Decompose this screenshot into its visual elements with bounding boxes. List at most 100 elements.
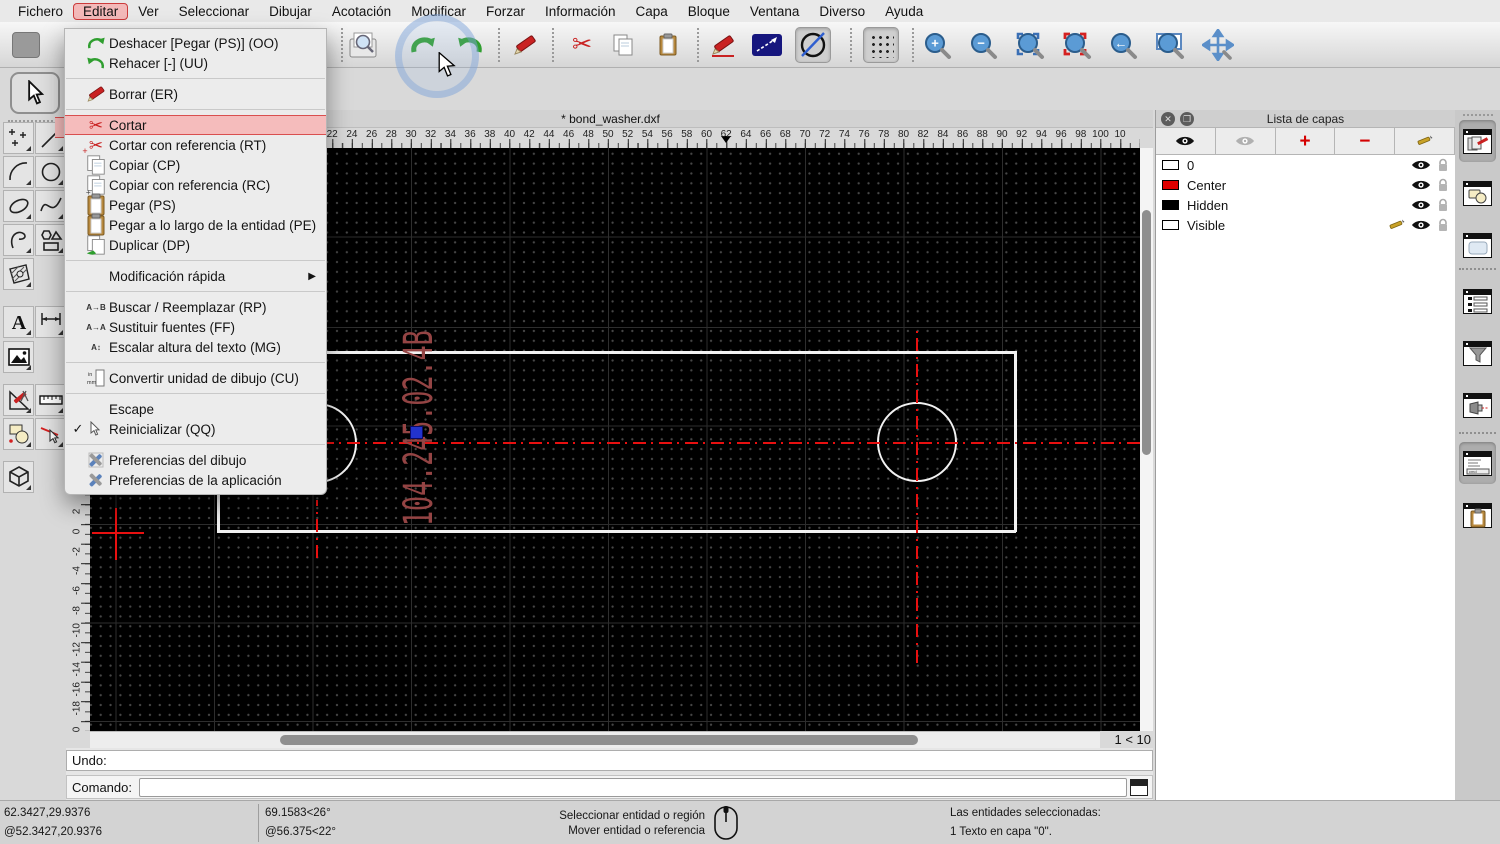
menu-item-copiar-con-referencia-rc[interactable]: +Copiar con referencia (RC) [65, 175, 326, 195]
menu-editar[interactable]: Editar [73, 3, 128, 20]
dock-library-browser-button[interactable] [1459, 224, 1496, 266]
zoom-in-icon[interactable]: + [919, 27, 955, 63]
rect-top-edge[interactable] [217, 351, 1016, 354]
menu-fichero[interactable]: Fichero [8, 3, 73, 20]
blocks-tool[interactable] [3, 418, 34, 450]
menu-modificar[interactable]: Modificar [401, 3, 476, 20]
layer-row-0[interactable]: 0 [1156, 155, 1455, 175]
circle-tool[interactable] [35, 156, 66, 188]
selection-handle[interactable] [410, 426, 423, 439]
layer-row-visible[interactable]: Visible [1156, 215, 1455, 235]
undock-icon[interactable]: ❐ [1180, 112, 1194, 126]
menu-item-rehacer-uu[interactable]: Rehacer [-] (UU) [65, 53, 326, 73]
menu-item-cortar[interactable]: ✂Cortar [65, 115, 326, 135]
redo-icon[interactable] [452, 27, 488, 63]
command-input[interactable] [139, 778, 1127, 797]
zoom-window-icon[interactable] [1152, 27, 1188, 63]
menu-item-pegar-a-lo-largo-de-la-entidad-pe[interactable]: Pegar a lo largo de la entidad (PE) [65, 215, 326, 235]
layer-visible-eye-icon[interactable] [1411, 179, 1431, 191]
zoom-out-icon[interactable]: − [965, 27, 1001, 63]
dock-entity-list-button[interactable] [1459, 280, 1496, 322]
menu-ventana[interactable]: Ventana [740, 3, 810, 20]
menu-diverso[interactable]: Diverso [809, 3, 875, 20]
right-vertical-centerline[interactable] [916, 330, 918, 663]
layer-visible-eye-icon[interactable] [1411, 219, 1431, 231]
document-partial-icon[interactable] [8, 27, 44, 63]
layer-edit-pencil-icon[interactable] [1389, 218, 1405, 232]
layer-row-center[interactable]: Center [1156, 175, 1455, 195]
dimension-tool[interactable] [35, 306, 66, 338]
menu-ayuda[interactable]: Ayuda [875, 3, 933, 20]
image-tool[interactable] [3, 341, 34, 373]
draw-pencil-icon[interactable] [705, 27, 741, 63]
menu-item-pegar-ps[interactable]: Pegar (PS) [65, 195, 326, 215]
hscroll-thumb[interactable] [280, 735, 918, 745]
menu-acotación[interactable]: Acotación [322, 3, 401, 20]
menu-item-convertir-unidad-de-dibujo-cu[interactable]: inmmConvertir unidad de dibujo (CU) [65, 368, 326, 388]
polyline-tool[interactable] [3, 224, 34, 256]
menu-item-preferencias-del-dibujo[interactable]: Preferencias del dibujo [65, 450, 326, 470]
menu-ver[interactable]: Ver [128, 3, 168, 20]
zoom-pan-icon[interactable] [1200, 27, 1236, 63]
dock-named-views-button[interactable] [1459, 384, 1496, 426]
menu-item-escalar-altura-del-texto-mg[interactable]: A↕Escalar altura del texto (MG) [65, 337, 326, 357]
points-tool[interactable] [3, 122, 34, 154]
layer-lock-icon[interactable] [1437, 178, 1449, 192]
cut-icon[interactable]: ✂ [564, 27, 600, 63]
hatch-tool[interactable] [3, 258, 34, 290]
dock-selection-filter-button[interactable] [1459, 332, 1496, 374]
add-layer-button[interactable]: + [1276, 128, 1336, 154]
keyboard-toggle-icon[interactable] [1130, 779, 1148, 796]
text-tool[interactable]: A [3, 306, 34, 338]
dock-command-line-button[interactable]: cmd [1459, 442, 1496, 484]
menu-item-duplicar-dp[interactable]: Duplicar (DP) [65, 235, 326, 255]
select-entity-tool[interactable] [35, 418, 66, 450]
layer-row-hidden[interactable]: Hidden [1156, 195, 1455, 215]
show-all-layers-button[interactable] [1156, 128, 1216, 154]
print-preview-icon[interactable] [345, 27, 381, 63]
horizontal-scrollbar[interactable] [90, 731, 1140, 748]
edit-layer-button[interactable] [1395, 128, 1455, 154]
remove-layer-button[interactable]: − [1335, 128, 1395, 154]
paste-icon[interactable] [650, 27, 686, 63]
menu-bloque[interactable]: Bloque [678, 3, 740, 20]
menu-item-modificaci-n-r-pida[interactable]: Modificación rápida▶ [65, 266, 326, 286]
measure-tool[interactable] [35, 384, 66, 416]
solid-tool[interactable] [3, 461, 34, 493]
menu-información[interactable]: Información [535, 3, 626, 20]
circle-slash-icon[interactable] [795, 27, 831, 63]
polyline-tool-icon[interactable] [749, 27, 785, 63]
layer-lock-icon[interactable] [1437, 198, 1449, 212]
modify-tool[interactable] [3, 384, 34, 416]
menu-capa[interactable]: Capa [626, 3, 678, 20]
menu-item-buscar-reemplazar-rp[interactable]: A→BBuscar / Reemplazar (RP) [65, 297, 326, 317]
polygon-tool[interactable] [35, 224, 66, 256]
vscroll-thumb[interactable] [1142, 210, 1151, 455]
spline-tool[interactable] [35, 190, 66, 222]
layer-lock-icon[interactable] [1437, 158, 1449, 172]
zoom-previous-icon[interactable]: ← [1105, 27, 1141, 63]
menu-seleccionar[interactable]: Seleccionar [169, 3, 260, 20]
menu-item-sustituir-fuentes-ff[interactable]: A→ASustituir fuentes (FF) [65, 317, 326, 337]
show-inactive-layers-button[interactable] [1216, 128, 1276, 154]
erase-icon[interactable] [507, 27, 543, 63]
undo-icon[interactable] [405, 27, 441, 63]
close-icon[interactable]: ✕ [1161, 112, 1175, 126]
grid-dots-icon[interactable] [863, 27, 899, 63]
menu-item-reinicializar-qq[interactable]: ✓Reinicializar (QQ) [65, 419, 326, 439]
selection-arrow-tool[interactable] [10, 72, 60, 114]
zoom-auto-icon[interactable] [1012, 27, 1048, 63]
menu-dibujar[interactable]: Dibujar [259, 3, 322, 20]
left-vertical-centerline[interactable] [316, 500, 318, 558]
menu-item-escape[interactable]: Escape [65, 399, 326, 419]
dock-block-list-button[interactable] [1459, 172, 1496, 214]
dock-layer-list-button[interactable] [1459, 120, 1496, 162]
rect-bottom-edge[interactable] [217, 530, 1016, 533]
menu-item-preferencias-de-la-aplicaci-n[interactable]: Preferencias de la aplicación [65, 470, 326, 490]
menu-item-borrar-er[interactable]: Borrar (ER) [65, 84, 326, 104]
dock-clipboard-button[interactable] [1459, 494, 1496, 536]
menu-item-cortar-con-referencia-rt[interactable]: ✂+Cortar con referencia (RT) [65, 135, 326, 155]
ellipse-tool[interactable] [3, 190, 34, 222]
arc-tool[interactable] [3, 156, 34, 188]
layer-lock-icon[interactable] [1437, 218, 1449, 232]
